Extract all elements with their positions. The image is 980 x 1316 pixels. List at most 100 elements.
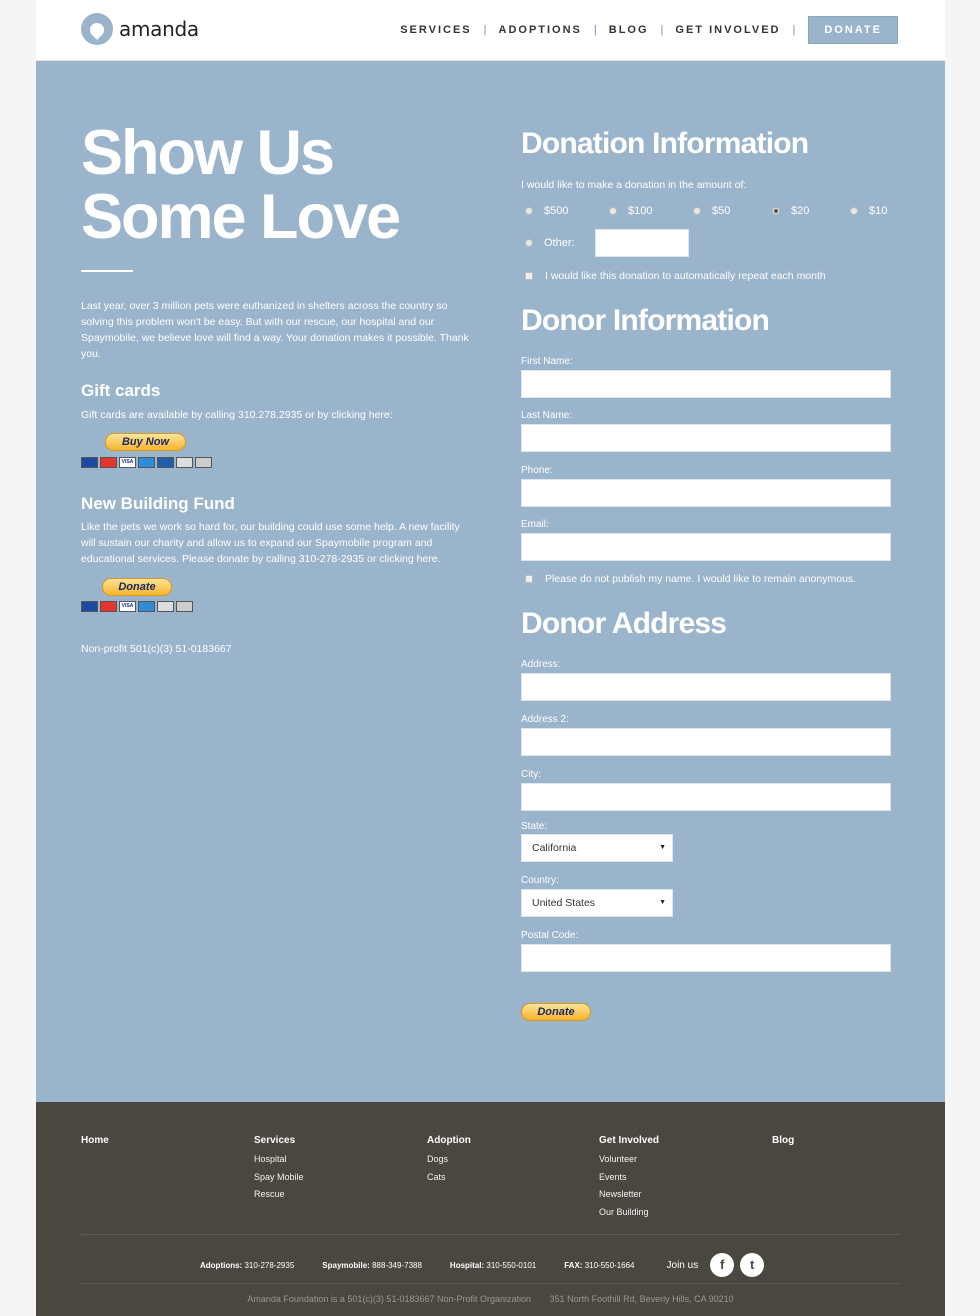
title-line-2: Some Love bbox=[81, 182, 401, 252]
logo-icon bbox=[81, 13, 113, 45]
amount-option-10[interactable]: $10 bbox=[850, 205, 887, 217]
amount-option-other[interactable]: Other: bbox=[525, 237, 575, 249]
nav-get-involved[interactable]: GET INVOLVED bbox=[675, 24, 780, 36]
postal-code-label: Postal Code: bbox=[521, 930, 579, 941]
footer-heading[interactable]: Adoption bbox=[427, 1135, 471, 1146]
phone-input[interactable] bbox=[521, 479, 891, 507]
footer-legal: Amanda Foundation is a 501(c)(3) 51-0183… bbox=[36, 1294, 945, 1304]
phone-label: Phone: bbox=[521, 465, 553, 476]
footer-col-get-involved: Get Involved Volunteer Events Newsletter… bbox=[599, 1135, 659, 1221]
donor-address-heading: Donor Address bbox=[521, 607, 727, 640]
logo-text: amanda bbox=[119, 17, 199, 41]
footer-link[interactable]: Our Building bbox=[599, 1204, 659, 1222]
caret-down-icon: ▼ bbox=[659, 899, 666, 906]
amount-option-50[interactable]: $50 bbox=[693, 205, 730, 217]
page: amanda SERVICES | ADOPTIONS | BLOG | GET… bbox=[36, 0, 945, 1316]
visa-icon: VISA bbox=[119, 601, 136, 612]
mastercard-icon bbox=[100, 457, 117, 468]
maestro-icon bbox=[81, 601, 98, 612]
footer-heading[interactable]: Home bbox=[81, 1135, 109, 1146]
radio-selected-icon bbox=[772, 207, 780, 215]
mastercard-icon bbox=[100, 601, 117, 612]
twitter-icon[interactable]: t bbox=[740, 1253, 765, 1277]
city-label: City: bbox=[521, 769, 541, 780]
gift-cards-heading: Gift cards bbox=[81, 381, 161, 400]
radio-icon bbox=[850, 207, 858, 215]
nav-separator: | bbox=[593, 24, 597, 36]
anonymous-checkbox[interactable]: Please do not publish my name. I would l… bbox=[525, 573, 856, 585]
donor-info-heading: Donor Information bbox=[521, 304, 770, 337]
last-name-input[interactable] bbox=[521, 424, 891, 452]
legal-nonprofit: Amanda Foundation is a 501(c)(3) 51-0183… bbox=[247, 1294, 532, 1304]
legal-address: 351 North Foothill Rd, Beverly Hills, CA… bbox=[549, 1294, 734, 1304]
nav-services[interactable]: SERVICES bbox=[400, 24, 471, 36]
footer-col-services: Services Hospital Spay Mobile Rescue bbox=[254, 1135, 304, 1204]
footer-contacts: Adoptions: 310-278-2935 Spaymobile: 888-… bbox=[200, 1253, 765, 1277]
donation-prompt: I would like to make a donation in the a… bbox=[521, 179, 747, 191]
nav-donate-button[interactable]: DONATE bbox=[808, 16, 898, 44]
nonprofit-id: Non-profit 501(c)(3) 51-0183667 bbox=[81, 643, 232, 655]
logo[interactable]: amanda bbox=[81, 13, 199, 45]
building-donate-button[interactable]: Donate bbox=[102, 578, 172, 596]
footer-heading[interactable]: Get Involved bbox=[599, 1135, 659, 1146]
bank-icon bbox=[176, 601, 193, 612]
address-label: Address: bbox=[521, 659, 561, 670]
amount-option-20[interactable]: $20 bbox=[772, 205, 809, 217]
footer-heading[interactable]: Services bbox=[254, 1135, 304, 1146]
nav-separator: | bbox=[660, 24, 664, 36]
page-title: Show Us Some Love bbox=[81, 121, 481, 249]
city-input[interactable] bbox=[521, 783, 891, 811]
country-label: Country: bbox=[521, 875, 559, 886]
footer-link[interactable]: Rescue bbox=[254, 1186, 304, 1204]
address2-input[interactable] bbox=[521, 728, 891, 756]
footer-link[interactable]: Cats bbox=[427, 1169, 471, 1187]
discover-icon bbox=[176, 457, 193, 468]
footer-link[interactable]: Dogs bbox=[427, 1151, 471, 1169]
caret-down-icon: ▼ bbox=[659, 844, 666, 851]
facebook-icon[interactable]: f bbox=[710, 1253, 735, 1277]
radio-icon bbox=[609, 207, 617, 215]
buy-now-button[interactable]: Buy Now bbox=[105, 433, 186, 451]
footer-link[interactable]: Spay Mobile bbox=[254, 1169, 304, 1187]
state-select[interactable]: California ▼ bbox=[521, 834, 673, 862]
footer-link[interactable]: Events bbox=[599, 1169, 659, 1187]
amount-option-100[interactable]: $100 bbox=[609, 205, 652, 217]
email-label: Email: bbox=[521, 519, 549, 530]
checkbox-icon bbox=[525, 575, 533, 583]
country-select[interactable]: United States ▼ bbox=[521, 889, 673, 917]
main-nav: SERVICES | ADOPTIONS | BLOG | GET INVOLV… bbox=[400, 16, 898, 44]
other-amount-input[interactable] bbox=[595, 229, 689, 257]
first-name-label: First Name: bbox=[521, 356, 573, 367]
address-input[interactable] bbox=[521, 673, 891, 701]
main-content: Show Us Some Love Last year, over 3 mill… bbox=[36, 61, 945, 1102]
gift-cards-text: Gift cards are available by calling 310.… bbox=[81, 409, 393, 421]
contact-fax: FAX: 310-550-1664 bbox=[564, 1260, 635, 1270]
footer-col-blog: Blog bbox=[772, 1135, 794, 1151]
maestro-icon bbox=[81, 457, 98, 468]
postal-code-input[interactable] bbox=[521, 944, 891, 972]
footer-heading[interactable]: Blog bbox=[772, 1135, 794, 1146]
radio-icon bbox=[693, 207, 701, 215]
card-icons-row: VISA bbox=[81, 601, 193, 612]
repeat-monthly-checkbox[interactable]: I would like this donation to automatica… bbox=[525, 270, 826, 282]
contact-hospital: Hospital: 310-550-0101 bbox=[449, 1260, 537, 1270]
site-footer: Home Services Hospital Spay Mobile Rescu… bbox=[36, 1102, 945, 1316]
footer-col-adoption: Adoption Dogs Cats bbox=[427, 1135, 471, 1186]
amex-blue-icon bbox=[157, 457, 174, 468]
footer-link[interactable]: Newsletter bbox=[599, 1186, 659, 1204]
footer-link[interactable]: Hospital bbox=[254, 1151, 304, 1169]
amex-icon bbox=[138, 457, 155, 468]
email-input[interactable] bbox=[521, 533, 891, 561]
state-label: State: bbox=[521, 821, 548, 832]
footer-link[interactable]: Volunteer bbox=[599, 1151, 659, 1169]
bank-icon bbox=[195, 457, 212, 468]
footer-col-home: Home bbox=[81, 1135, 109, 1151]
intro-text: Last year, over 3 million pets were euth… bbox=[81, 300, 469, 360]
nav-adoptions[interactable]: ADOPTIONS bbox=[499, 24, 582, 36]
visa-icon: VISA bbox=[119, 457, 136, 468]
submit-donate-button[interactable]: Donate bbox=[521, 1003, 591, 1021]
nav-blog[interactable]: BLOG bbox=[609, 24, 649, 36]
site-header: amanda SERVICES | ADOPTIONS | BLOG | GET… bbox=[36, 0, 945, 61]
amount-option-500[interactable]: $500 bbox=[525, 205, 568, 217]
first-name-input[interactable] bbox=[521, 370, 891, 398]
